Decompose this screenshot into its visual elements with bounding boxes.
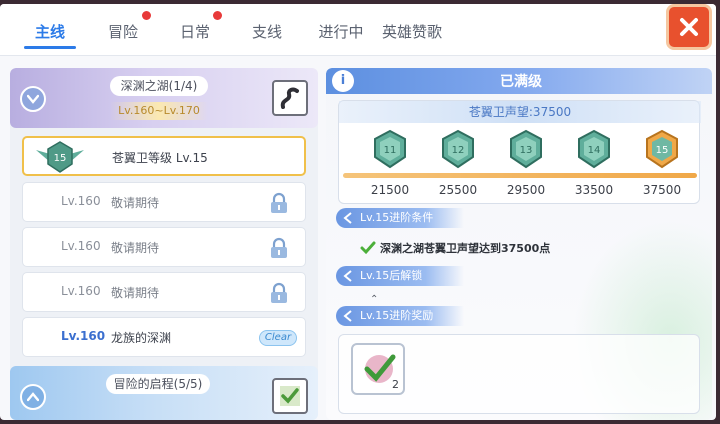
chapter-icon [272, 378, 308, 414]
level-emblem-icon[interactable]: 13 [508, 129, 544, 169]
quest-row-locked[interactable]: Lv.160 敬请期待 [22, 272, 306, 312]
quest-row-locked[interactable]: Lv.160 敬请期待 [22, 227, 306, 267]
reward-list: 2 [338, 334, 700, 414]
quest-row-level: Lv.160 [61, 284, 101, 298]
chapter-title: 深渊之湖(1/4) [110, 76, 208, 96]
quest-row-cleared[interactable]: Lv.160 龙族的深渊 Clear [22, 317, 306, 357]
chevron-up-icon [27, 392, 39, 402]
quest-row-level: Lv.160 [61, 194, 101, 208]
quest-list[interactable]: 深渊之湖(1/4) Lv.160~Lv.170 15 苍翼卫等级 Lv.15 L… [10, 68, 318, 420]
close-icon [680, 18, 698, 36]
collapse-button[interactable] [20, 86, 46, 112]
quest-window: 主线 冒险 日常 支线 进行中 英雄赞歌 深渊之湖(1/4) Lv.160~Lv… [0, 4, 716, 420]
reputation-tick: 29500 [506, 183, 546, 197]
quest-row-rank[interactable]: 15 苍翼卫等级 Lv.15 [22, 136, 306, 176]
quest-row-locked[interactable]: Lv.160 敬请期待 [22, 182, 306, 222]
reputation-tick: 33500 [574, 183, 614, 197]
reputation-tick: 37500 [642, 183, 682, 197]
condition-text: 深渊之湖苍翼卫声望达到37500点 [380, 242, 551, 255]
section-label: Lv.15进阶奖励 [360, 309, 434, 322]
reward-count: 2 [392, 378, 399, 391]
reputation-tick: 21500 [370, 183, 410, 197]
section-advance-reward: Lv.15进阶奖励 [336, 306, 464, 326]
checkmark-icon [280, 386, 300, 406]
reward-item[interactable]: 2 [351, 343, 405, 395]
quest-row-name: 敬请期待 [111, 196, 160, 210]
tab-adventure[interactable]: 冒险 [98, 18, 148, 44]
chevron-left-icon [343, 212, 352, 224]
quest-row-name: 敬请期待 [111, 286, 160, 300]
detail-panel: i 已满级 苍翼卫声望:37500 11 12 13 14 15 21500 2… [326, 68, 712, 420]
chevron-down-icon [27, 94, 39, 104]
tab-main[interactable]: 主线 [24, 18, 76, 44]
emblem-level: 11 [384, 145, 397, 156]
detail-title: 已满级 [500, 74, 542, 90]
level-emblem-icon[interactable]: 12 [440, 129, 476, 169]
quest-row-level: Lv.160 [61, 239, 101, 253]
quest-row-name: 敬请期待 [111, 241, 160, 255]
level-emblem-icon[interactable]: 14 [576, 129, 612, 169]
reputation-track: 苍翼卫声望:37500 11 12 13 14 15 21500 25500 2… [338, 100, 701, 204]
chapter-header-adventure-start[interactable]: 冒险的启程(5/5) [10, 366, 318, 420]
emblem-level: 13 [520, 145, 533, 156]
section-label: Lv.15进阶条件 [360, 211, 434, 224]
tab-hero-anthem[interactable]: 英雄赞歌 [380, 18, 444, 44]
section-unlock: Lv.15后解锁 [336, 266, 464, 286]
chevron-left-icon [343, 270, 352, 282]
tab-bar: 主线 冒险 日常 支线 进行中 英雄赞歌 [0, 4, 716, 56]
tab-daily-badge [213, 11, 222, 20]
chapter-title: 冒险的启程(5/5) [106, 374, 210, 394]
rank-emblem-icon: 15 [36, 141, 84, 173]
level-emblem-icon[interactable]: 15 [644, 129, 680, 169]
lock-icon [271, 282, 287, 303]
tab-adventure-badge [142, 11, 151, 20]
expand-button[interactable] [20, 384, 46, 410]
emblem-level: 14 [588, 145, 601, 156]
quest-row-name: 龙族的深渊 [111, 331, 172, 345]
chapter-level-range: Lv.160~Lv.170 [110, 102, 208, 120]
lock-icon [271, 237, 287, 258]
tentacle-icon [280, 87, 299, 109]
reputation-tick: 25500 [438, 183, 478, 197]
rank-emblem-level: 15 [54, 153, 67, 164]
lock-icon [271, 192, 287, 213]
checkmark-icon [360, 241, 376, 255]
section-advance-condition: Lv.15进阶条件 [336, 208, 464, 228]
emblem-level: 12 [452, 145, 465, 156]
caret-up-icon: ⌃ [370, 294, 379, 305]
tab-in-progress[interactable]: 进行中 [312, 18, 370, 44]
tab-side[interactable]: 支线 [242, 18, 292, 44]
quest-row-name: 苍翼卫等级 Lv.15 [112, 151, 208, 165]
level-emblem-icon[interactable]: 11 [372, 129, 408, 169]
detail-header: i 已满级 [326, 68, 712, 94]
chapter-header-abyss-lake[interactable]: 深渊之湖(1/4) Lv.160~Lv.170 [10, 68, 318, 128]
active-tab-underline [24, 46, 76, 49]
clear-badge: Clear [259, 330, 297, 346]
emblem-level: 15 [656, 145, 669, 156]
close-button[interactable] [666, 4, 712, 50]
reputation-title: 苍翼卫声望:37500 [339, 101, 701, 123]
tab-daily[interactable]: 日常 [170, 18, 220, 44]
chevron-left-icon [343, 310, 352, 322]
section-label: Lv.15后解锁 [360, 269, 423, 282]
reputation-progress-bar [343, 173, 697, 178]
chapter-icon [272, 80, 308, 116]
condition-item: 深渊之湖苍翼卫声望达到37500点 [360, 240, 550, 256]
quest-row-level: Lv.160 [61, 329, 106, 343]
info-icon[interactable]: i [332, 70, 354, 92]
